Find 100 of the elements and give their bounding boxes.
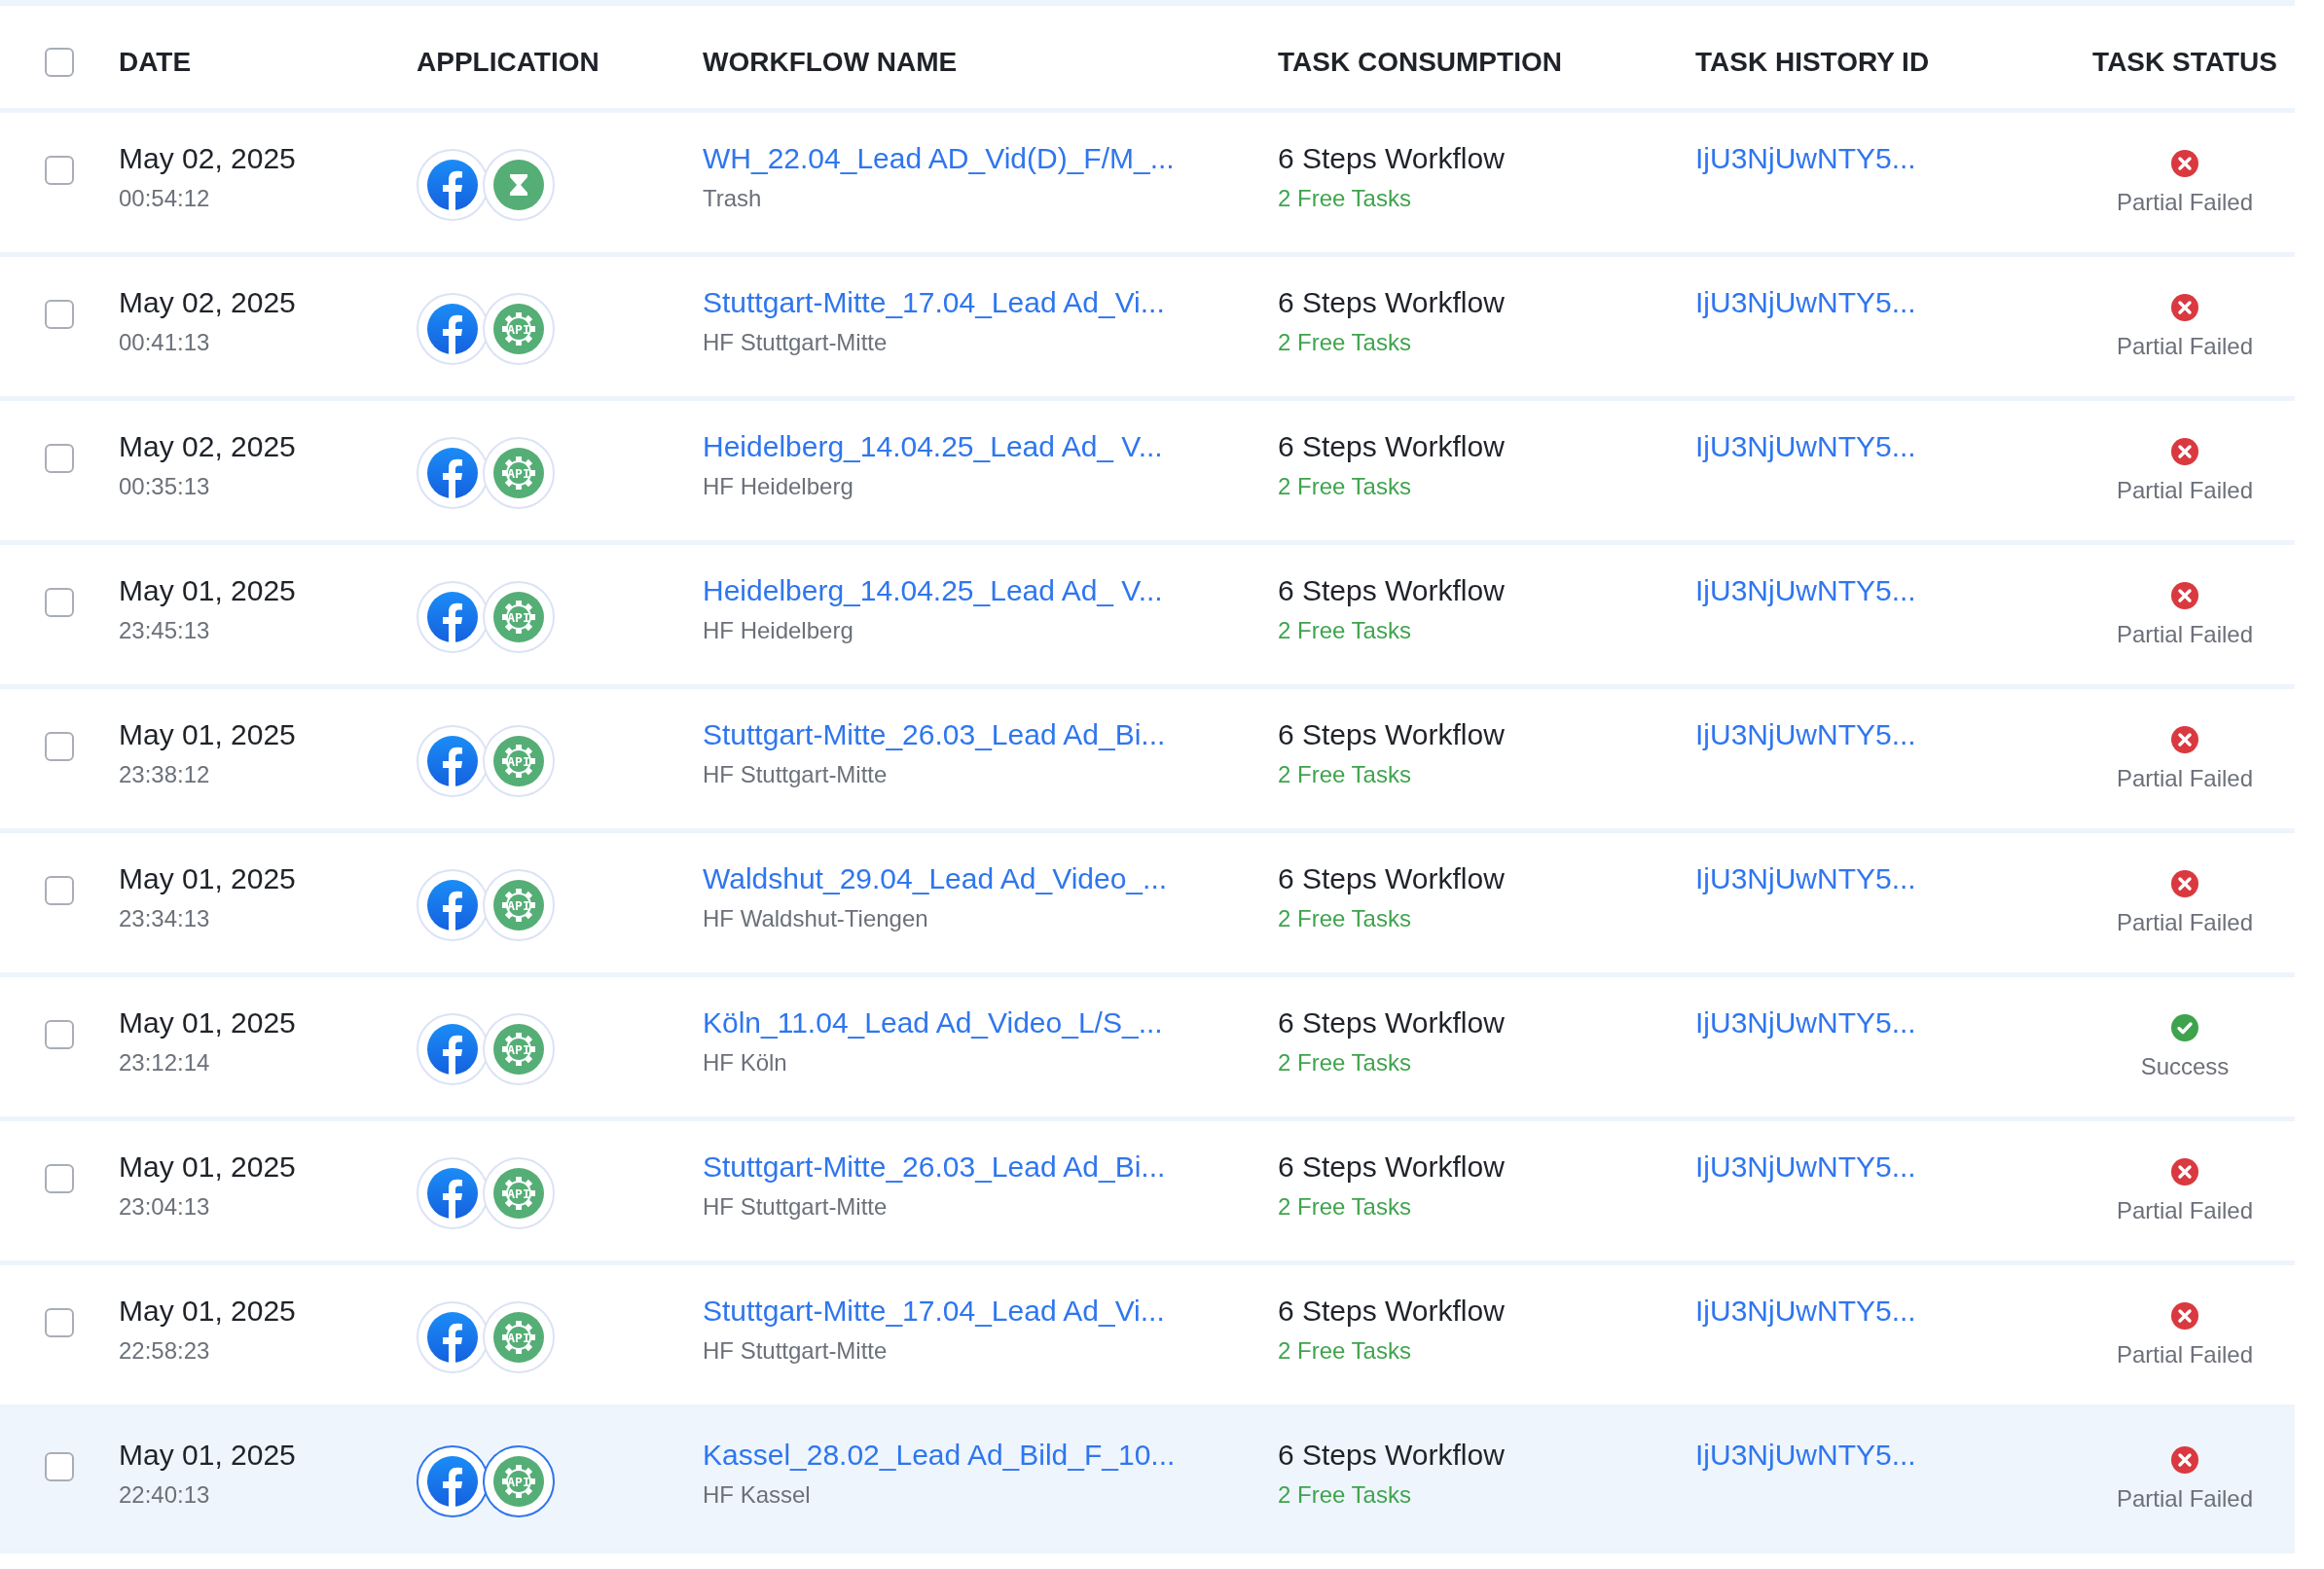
time-text: 23:38:12 <box>119 761 210 788</box>
column-header: APPLICATION <box>417 46 600 78</box>
task-history-link[interactable]: IjU3NjUwNTY5... <box>1695 862 1916 895</box>
status-text: Partial Failed <box>2116 1341 2254 1368</box>
date-text: May 01, 2025 <box>119 1439 296 1472</box>
status-text: Partial Failed <box>2116 1485 2254 1513</box>
facebook-icon <box>427 1168 478 1219</box>
column-header: DATE <box>119 46 193 78</box>
api-gear-icon: API <box>493 736 544 786</box>
free-tasks-text: 2 Free Tasks <box>1278 1337 1411 1365</box>
facebook-icon <box>427 592 478 642</box>
row-checkbox[interactable] <box>45 876 74 905</box>
time-text: 23:34:13 <box>119 905 210 932</box>
workflow-link[interactable]: Köln_11.04_Lead Ad_Video_L/S_... <box>703 1006 1163 1040</box>
free-tasks-text: 2 Free Tasks <box>1278 473 1411 500</box>
row-checkbox[interactable] <box>45 156 74 185</box>
workflow-link[interactable]: Heidelberg_14.04.25_Lead Ad_ V... <box>703 430 1163 463</box>
date-text: May 01, 2025 <box>119 862 296 895</box>
column-header: TASK CONSUMPTION <box>1278 46 1563 78</box>
row-checkbox[interactable] <box>45 444 74 473</box>
facebook-icon <box>427 304 478 354</box>
free-tasks-text: 2 Free Tasks <box>1278 1481 1411 1509</box>
time-text: 00:41:13 <box>119 329 210 356</box>
status-text: Success <box>2140 1053 2230 1080</box>
row-checkbox[interactable] <box>45 732 74 761</box>
folder-text: HF Waldshut-Tiengen <box>703 905 928 932</box>
free-tasks-text: 2 Free Tasks <box>1278 761 1411 788</box>
steps-text: 6 Steps Workflow <box>1278 1439 1505 1472</box>
row-checkbox[interactable] <box>45 1164 74 1193</box>
task-history-link[interactable]: IjU3NjUwNTY5... <box>1695 1150 1916 1184</box>
workflow-link[interactable]: Waldshut_29.04_Lead Ad_Video_... <box>703 862 1168 895</box>
steps-text: 6 Steps Workflow <box>1278 286 1505 319</box>
facebook-icon <box>427 736 478 786</box>
column-header: TASK STATUS <box>2092 46 2277 78</box>
folder-text: HF Kassel <box>703 1481 811 1509</box>
status-text: Partial Failed <box>2116 1197 2254 1224</box>
steps-text: 6 Steps Workflow <box>1278 1150 1505 1184</box>
row-checkbox[interactable] <box>45 1452 74 1481</box>
steps-text: 6 Steps Workflow <box>1278 430 1505 463</box>
hourglass-icon <box>493 160 544 210</box>
task-history-link[interactable]: IjU3NjUwNTY5... <box>1695 142 1916 175</box>
row-checkbox[interactable] <box>45 1020 74 1049</box>
error-icon <box>2171 1302 2198 1330</box>
task-history-link[interactable]: IjU3NjUwNTY5... <box>1695 718 1916 751</box>
folder-text: HF Stuttgart-Mitte <box>703 761 888 788</box>
task-history-link[interactable]: IjU3NjUwNTY5... <box>1695 1439 1916 1472</box>
steps-text: 6 Steps Workflow <box>1278 1006 1505 1040</box>
column-header: TASK HISTORY ID <box>1695 46 1931 78</box>
status-text: Partial Failed <box>2116 621 2254 648</box>
facebook-icon <box>427 1024 478 1075</box>
time-text: 23:12:14 <box>119 1049 210 1076</box>
api-gear-icon: API <box>493 448 544 498</box>
workflow-link[interactable]: Kassel_28.02_Lead Ad_Bild_F_10... <box>703 1439 1176 1472</box>
steps-text: 6 Steps Workflow <box>1278 718 1505 751</box>
facebook-icon <box>427 448 478 498</box>
date-text: May 02, 2025 <box>119 430 296 463</box>
workflow-link[interactable]: Stuttgart-Mitte_17.04_Lead Ad_Vi... <box>703 1295 1165 1328</box>
time-text: 00:35:13 <box>119 473 210 500</box>
api-gear-icon: API <box>493 1312 544 1363</box>
date-text: May 01, 2025 <box>119 1295 296 1328</box>
folder-text: Trash <box>703 185 762 212</box>
api-gear-icon: API <box>493 304 544 354</box>
workflow-link[interactable]: Stuttgart-Mitte_26.03_Lead Ad_Bi... <box>703 718 1166 751</box>
date-text: May 01, 2025 <box>119 1006 296 1040</box>
facebook-icon <box>427 160 478 210</box>
task-history-link[interactable]: IjU3NjUwNTY5... <box>1695 286 1916 319</box>
table-row[interactable]: May 01, 2025 22:40:13 API Kassel_28.02_Lead Ad_Bild_F_10... HF Kassel 6 Steps Workflow 2 Free Tasks IjU3NjUwNTY5... Partial Failed <box>0 1409 2295 1553</box>
status-text: Partial Failed <box>2116 189 2254 216</box>
folder-text: HF Köln <box>703 1049 787 1076</box>
row-checkbox[interactable] <box>45 1308 74 1337</box>
free-tasks-text: 2 Free Tasks <box>1278 1193 1411 1221</box>
date-text: May 02, 2025 <box>119 286 296 319</box>
error-icon <box>2171 1158 2198 1186</box>
error-icon <box>2171 438 2198 465</box>
select-all-checkbox[interactable] <box>45 47 74 77</box>
facebook-icon <box>427 1312 478 1363</box>
steps-text: 6 Steps Workflow <box>1278 574 1505 607</box>
workflow-link[interactable]: Stuttgart-Mitte_26.03_Lead Ad_Bi... <box>703 1150 1166 1184</box>
free-tasks-text: 2 Free Tasks <box>1278 1049 1411 1076</box>
task-history-link[interactable]: IjU3NjUwNTY5... <box>1695 1295 1916 1328</box>
workflow-link[interactable]: WH_22.04_Lead AD_Vid(D)_F/M_... <box>703 142 1175 175</box>
api-gear-icon: API <box>493 592 544 642</box>
free-tasks-text: 2 Free Tasks <box>1278 617 1411 644</box>
steps-text: 6 Steps Workflow <box>1278 142 1505 175</box>
workflow-link[interactable]: Heidelberg_14.04.25_Lead Ad_ V... <box>703 574 1163 607</box>
task-history-link[interactable]: IjU3NjUwNTY5... <box>1695 1006 1916 1040</box>
status-text: Partial Failed <box>2116 909 2254 936</box>
api-gear-icon: API <box>493 1168 544 1219</box>
task-history-link[interactable]: IjU3NjUwNTY5... <box>1695 430 1916 463</box>
workflow-link[interactable]: Stuttgart-Mitte_17.04_Lead Ad_Vi... <box>703 286 1165 319</box>
row-checkbox[interactable] <box>45 588 74 617</box>
free-tasks-text: 2 Free Tasks <box>1278 185 1411 212</box>
task-history-link[interactable]: IjU3NjUwNTY5... <box>1695 574 1916 607</box>
steps-text: 6 Steps Workflow <box>1278 1295 1505 1328</box>
error-icon <box>2171 582 2198 609</box>
folder-text: HF Stuttgart-Mitte <box>703 1337 888 1365</box>
time-text: 22:40:13 <box>119 1481 210 1509</box>
folder-text: HF Heidelberg <box>703 617 853 644</box>
row-checkbox[interactable] <box>45 300 74 329</box>
date-text: May 01, 2025 <box>119 574 296 607</box>
